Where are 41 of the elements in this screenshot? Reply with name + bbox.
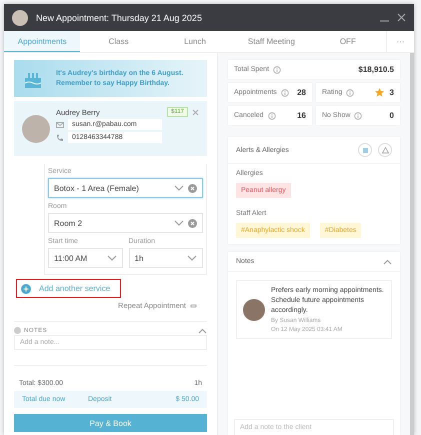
stat-value: $18,910.5 bbox=[358, 65, 394, 74]
stat-value: 3 bbox=[390, 88, 394, 97]
tab[interactable]: Appointments bbox=[4, 31, 80, 52]
note-icon bbox=[14, 327, 21, 334]
pay-and-book-button[interactable]: Pay & Book bbox=[14, 414, 207, 432]
add-service-button[interactable]: Add another service bbox=[16, 279, 121, 298]
info-icon bbox=[268, 112, 276, 120]
square-icon bbox=[362, 148, 368, 152]
window-title: New Appointment: Thursday 21 Aug 2025 bbox=[36, 12, 203, 22]
info-icon bbox=[273, 66, 282, 74]
info-icon bbox=[346, 88, 354, 96]
chevron-down-icon[interactable] bbox=[187, 254, 197, 262]
clear-icon[interactable] bbox=[188, 218, 197, 228]
medical-button[interactable] bbox=[358, 143, 372, 157]
select-field[interactable]: 1h bbox=[128, 248, 203, 268]
chevron-down-icon[interactable] bbox=[174, 219, 184, 227]
more-button[interactable]: ··· bbox=[386, 31, 414, 52]
chevron-down-icon[interactable] bbox=[174, 184, 184, 192]
select-field[interactable]: Room 2 bbox=[48, 213, 203, 233]
mail-icon bbox=[56, 122, 64, 128]
select-field[interactable]: 11:00 AM bbox=[48, 248, 122, 268]
avatar bbox=[12, 10, 28, 26]
info-icon bbox=[354, 112, 362, 120]
plus-icon bbox=[21, 284, 31, 294]
close-icon[interactable] bbox=[397, 13, 406, 22]
author-avatar bbox=[243, 298, 265, 321]
stat-value: 28 bbox=[297, 88, 306, 97]
select-field[interactable]: Botox - 1 Area (Female) bbox=[48, 178, 203, 198]
phone-icon bbox=[56, 134, 64, 142]
client-avatar bbox=[22, 115, 50, 143]
clear-icon[interactable] bbox=[188, 184, 197, 192]
warning-icon bbox=[382, 146, 388, 154]
stat-value: 16 bbox=[297, 111, 306, 120]
chevron-down-icon[interactable] bbox=[106, 254, 116, 262]
warning-button[interactable] bbox=[378, 143, 392, 157]
stat-value: 0 bbox=[390, 111, 394, 120]
info-icon bbox=[280, 88, 289, 96]
chevron-up-icon[interactable] bbox=[383, 258, 392, 264]
star-icon bbox=[374, 88, 384, 97]
close-icon[interactable] bbox=[192, 108, 199, 116]
chevron-up-icon[interactable] bbox=[198, 328, 207, 334]
